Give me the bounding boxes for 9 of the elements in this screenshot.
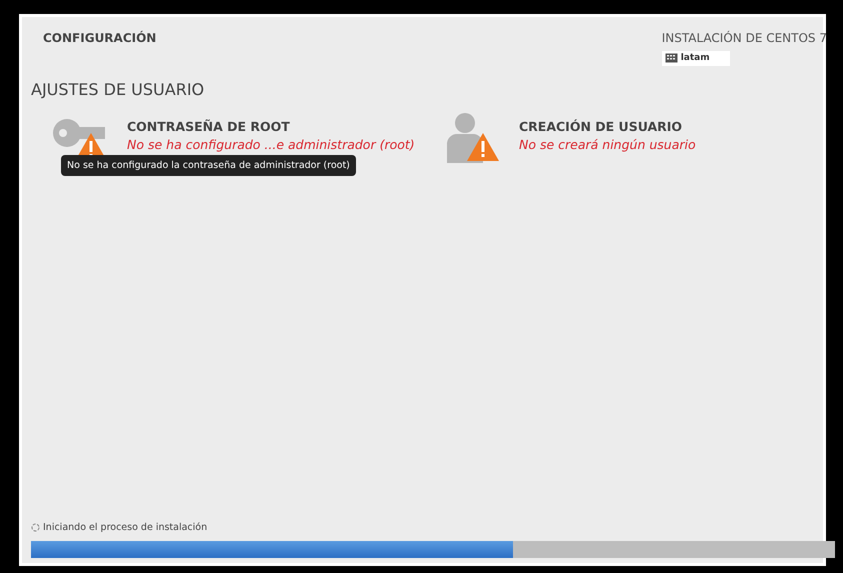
keyboard-layout-button[interactable]: latam [662,51,730,66]
spoke-button[interactable]: CREACIÓN DE USUARIO No se creará ningún usuario [443,113,835,163]
spinner-icon [31,523,40,532]
screen-title: CONFIGURACIÓN [43,31,156,47]
status-text: Iniciando el proceso de instalación [43,522,208,533]
product-title: INSTALACIÓN DE CENTOS 7 [662,31,827,45]
section-title: AJUSTES DE USUARIO [31,80,206,99]
keyboard-icon [664,53,678,63]
tooltip: No se ha configurado la contraseña de administrador (root) [61,155,356,176]
